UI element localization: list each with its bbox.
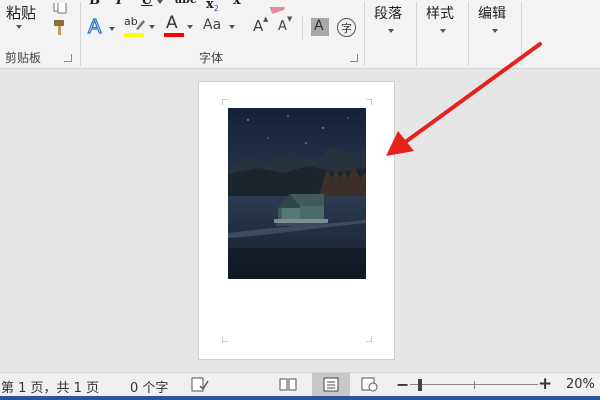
styles-dropdown-icon xyxy=(440,29,446,33)
font-color-label: A xyxy=(166,13,178,33)
italic-button[interactable]: I xyxy=(116,0,122,8)
bold-button[interactable]: B xyxy=(89,0,100,8)
shrink-font-arrow-icon: ▼ xyxy=(287,15,293,23)
ribbon: 粘贴 剪贴板 B I U abc x2 x A ab A Aa xyxy=(0,0,600,69)
zoom-slider-center-mark xyxy=(474,381,475,389)
group-divider xyxy=(364,2,365,66)
paste-label: 粘贴 xyxy=(6,4,37,22)
highlight-dropdown-icon xyxy=(149,25,155,29)
margin-corner-mark xyxy=(366,336,372,342)
clipboard-dialog-launcher-icon[interactable] xyxy=(64,54,72,62)
margin-corner-mark xyxy=(222,336,228,342)
zoom-in-button[interactable]: + xyxy=(538,374,552,394)
font-color-button[interactable]: A xyxy=(164,13,194,41)
web-layout-icon[interactable] xyxy=(361,377,379,392)
font-color-bar xyxy=(164,33,184,37)
highlight-color-bar xyxy=(124,33,144,37)
change-case-label: Aa xyxy=(203,17,222,33)
underline-button[interactable]: U xyxy=(141,0,152,8)
zoom-slider[interactable] xyxy=(410,379,538,391)
text-effects-dropdown-icon xyxy=(109,27,115,31)
font-group-label: 字体 xyxy=(199,51,224,65)
zoom-slider-thumb[interactable] xyxy=(418,379,422,391)
zoom-out-button[interactable]: − xyxy=(396,375,409,394)
grow-font-button[interactable]: A ▲ xyxy=(252,15,272,41)
grow-font-arrow-icon: ▲ xyxy=(263,15,269,23)
subscript-label: x xyxy=(206,0,214,12)
enclose-characters-button[interactable]: 字 xyxy=(337,18,356,37)
styles-button[interactable]: 样式 xyxy=(424,0,464,40)
window-bottom-accent xyxy=(0,396,600,400)
page-count-status[interactable]: 第 1 页，共 1 页 xyxy=(1,377,99,396)
svg-text:A: A xyxy=(88,16,102,37)
highlighter-pen-icon xyxy=(136,20,145,30)
change-case-dropdown-icon xyxy=(229,25,235,29)
styles-label: 样式 xyxy=(426,6,454,22)
margin-corner-mark xyxy=(222,99,228,105)
editing-button[interactable]: 编辑 xyxy=(476,0,516,40)
group-divider xyxy=(521,2,522,66)
word-count-status[interactable]: 0 个字 xyxy=(130,377,168,396)
paragraph-dropdown-icon xyxy=(388,29,394,33)
group-divider xyxy=(416,2,417,66)
character-shading-button[interactable]: A xyxy=(311,18,329,36)
read-mode-icon[interactable] xyxy=(279,377,297,392)
clear-format-button[interactable]: x xyxy=(233,0,241,8)
highlight-button[interactable]: ab xyxy=(124,15,158,41)
margin-corner-mark xyxy=(366,99,372,105)
proofing-icon[interactable] xyxy=(191,377,209,392)
status-bar: 第 1 页，共 1 页 0 个字 − + 20% xyxy=(0,372,600,396)
grow-font-label: A xyxy=(253,17,264,35)
eraser-icon[interactable] xyxy=(268,0,286,14)
subscript-index: 2 xyxy=(213,4,219,13)
strikethrough-button[interactable]: abc xyxy=(175,0,197,6)
document-page[interactable] xyxy=(198,81,395,360)
paragraph-button[interactable]: 段落 xyxy=(372,0,412,40)
text-effects-button[interactable]: A xyxy=(87,15,117,41)
subscript-button[interactable]: x2 xyxy=(206,0,219,13)
inserted-photo[interactable] xyxy=(228,108,366,279)
print-layout-icon[interactable] xyxy=(312,373,350,396)
editing-dropdown-icon xyxy=(492,29,498,33)
group-divider xyxy=(468,2,469,66)
group-divider xyxy=(80,2,81,66)
paste-button[interactable]: 粘贴 xyxy=(0,0,42,30)
format-painter-icon[interactable] xyxy=(50,18,70,38)
editing-label: 编辑 xyxy=(478,6,506,22)
shrink-font-label: A xyxy=(278,19,287,34)
shrink-font-button[interactable]: A ▼ xyxy=(277,15,297,41)
clipboard-group-label: 剪贴板 xyxy=(5,51,42,65)
copy-icon[interactable] xyxy=(52,0,68,14)
paragraph-label: 段落 xyxy=(374,6,402,22)
font-inner-divider xyxy=(302,16,303,40)
text-effects-icon: A xyxy=(87,15,102,37)
enclose-characters-label: 字 xyxy=(341,22,352,35)
underline-dropdown-icon[interactable] xyxy=(157,0,163,4)
font-color-dropdown-icon xyxy=(187,25,193,29)
paste-dropdown-icon xyxy=(16,25,22,29)
change-case-button[interactable]: Aa xyxy=(202,15,238,41)
font-dialog-launcher-icon[interactable] xyxy=(350,54,358,62)
zoom-level[interactable]: 20% xyxy=(566,377,595,392)
character-shading-label: A xyxy=(314,18,324,34)
